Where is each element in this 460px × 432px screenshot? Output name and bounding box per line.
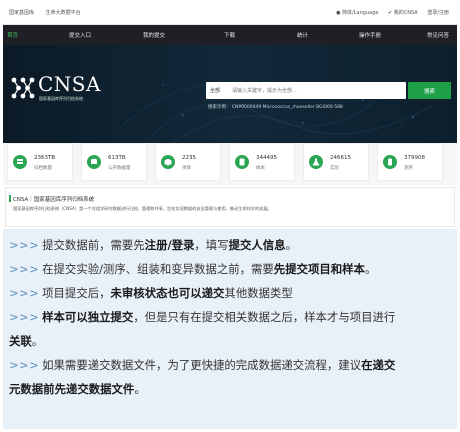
arrow-marker: >>> bbox=[9, 238, 40, 252]
stat-label: 公开数据量 bbox=[108, 166, 131, 171]
note-text: ，但是只有在提交相关数据之后，样本才与项目进行 bbox=[133, 310, 396, 324]
intro-title: CNSA｜国家基因库序列归档系统 bbox=[8, 195, 95, 203]
note-line: >>> 提交数据前，需要先注册/登录，填写提交人信息。 bbox=[9, 233, 451, 257]
stats-row: 2363TB 归档数量 613TB 公开数据量 2235 项目 344495 样… bbox=[3, 143, 457, 185]
utility-link-cngb[interactable]: 国家基因库 bbox=[9, 10, 34, 16]
note-line: >>> 如果需要递交数据文件，为了更快捷的完成数据递交流程，建议在递交 bbox=[9, 353, 451, 377]
run-icon bbox=[383, 155, 397, 169]
arrow-marker: >>> bbox=[9, 286, 40, 300]
database-icon bbox=[87, 155, 101, 169]
note-emphasis: 注册/登录 bbox=[144, 238, 195, 252]
note-text: 如果需要递交数据文件，为了更快捷的完成数据递交流程，建议 bbox=[42, 358, 362, 372]
my-cnsa-link[interactable]: ✔ 我的CNSA bbox=[388, 10, 418, 16]
search-examples: 搜索示例： CNP0000049 Micrococcus_rhaeseller … bbox=[208, 105, 343, 110]
nav-item-faq[interactable]: 常见问答 bbox=[427, 31, 449, 39]
arrow-marker: >>> bbox=[9, 358, 40, 372]
note-emphasis: 先提交项目和样本 bbox=[273, 262, 365, 276]
nav-item-submit[interactable]: 提交入口 bbox=[69, 31, 91, 39]
stat-value: 379908 bbox=[404, 155, 425, 161]
note-emphasis: 在递交 bbox=[361, 358, 396, 372]
utility-link-platform[interactable]: 生命大数据平台 bbox=[46, 10, 81, 16]
note-emphasis: 提交人信息 bbox=[228, 238, 286, 252]
stat-card-experiment: 246615 实验 bbox=[303, 143, 369, 181]
stat-label: 实验 bbox=[330, 166, 339, 171]
arrow-marker: >>> bbox=[9, 262, 40, 276]
dna-logo-icon bbox=[11, 77, 35, 99]
search-scope-select[interactable]: 全部 bbox=[210, 87, 220, 94]
main-nav: 首页 提交入口 我的提交 下载 统计 操作手册 常见问答 bbox=[3, 25, 457, 45]
note-line: >>> 样本可以独立提交，但是只有在提交相关数据之后，样本才与项目进行 bbox=[9, 305, 451, 329]
note-emphasis: 样本可以独立提交 bbox=[42, 310, 134, 324]
note-line: 关联。 bbox=[9, 329, 451, 353]
note-text: 在提交实验/测序、组装和变异数据之前，需要 bbox=[42, 262, 274, 276]
stat-value: 613TB bbox=[108, 155, 126, 161]
login-link[interactable]: 登录/注册 bbox=[427, 10, 449, 16]
note-text: 项目提交后， bbox=[42, 286, 111, 300]
website-screenshot: 国家基因库 生命大数据平台 ● 简体/Language ✔ 我的CNSA 登录/… bbox=[3, 3, 457, 227]
utility-links: 国家基因库 生命大数据平台 bbox=[9, 9, 91, 16]
cnsa-logo[interactable]: CNSA 国家基因库序列归档系统 bbox=[8, 71, 140, 105]
note-text: 。 bbox=[134, 382, 146, 396]
stat-card-run: 379908 测序 bbox=[377, 143, 443, 181]
nav-item-statistics[interactable]: 统计 bbox=[297, 31, 308, 39]
submission-notes: >>> 提交数据前，需要先注册/登录，填写提交人信息。 >>> 在提交实验/测序、组装… bbox=[3, 229, 457, 429]
note-text: 其他数据类型 bbox=[224, 286, 293, 300]
note-line: >>> 项目提交后，未审核状态也可以递交其他数据类型 bbox=[9, 281, 451, 305]
note-text: 提交数据前，需要先 bbox=[42, 238, 145, 252]
stat-label: 项目 bbox=[182, 166, 191, 171]
stat-value: 246615 bbox=[330, 155, 351, 161]
storage-icon bbox=[13, 155, 27, 169]
stat-label: 样本 bbox=[256, 166, 265, 171]
note-emphasis: 元数据前先递交数据文件 bbox=[9, 382, 135, 396]
hero-banner: CNSA 国家基因库序列归档系统 全部 搜索 搜索示例： CNP0000049 … bbox=[3, 45, 457, 143]
stat-value: 344495 bbox=[256, 155, 277, 161]
nav-item-download[interactable]: 下载 bbox=[224, 31, 235, 39]
intro-panel: CNSA｜国家基因库序列归档系统 国家基因库序列归档系统（CNSA）是一个对组学… bbox=[5, 187, 455, 227]
stat-card-sample: 344495 样本 bbox=[229, 143, 295, 181]
stat-label: 归档数量 bbox=[34, 166, 52, 171]
stat-value: 2235 bbox=[182, 155, 196, 161]
stat-card-archive: 2363TB 归档数量 bbox=[7, 143, 73, 181]
logo-title: CNSA bbox=[38, 72, 101, 96]
note-text: ，填写 bbox=[194, 238, 229, 252]
search-box: 全部 bbox=[206, 82, 406, 99]
utility-actions: ● 简体/Language ✔ 我的CNSA 登录/注册 bbox=[328, 9, 449, 16]
stat-card-public: 613TB 公开数据量 bbox=[81, 143, 147, 181]
intro-text: 国家基因库序列归档系统（CNSA）是一个对组学研究数据进行归档、管理和共享，旨在… bbox=[13, 206, 272, 211]
note-text: 。 bbox=[31, 334, 44, 348]
nav-item-my-submissions[interactable]: 我的提交 bbox=[143, 31, 165, 39]
language-link[interactable]: ● 简体/Language bbox=[336, 10, 378, 16]
note-line: >>> 在提交实验/测序、组装和变异数据之前，需要先提交项目和样本。 bbox=[9, 257, 451, 281]
note-emphasis: 关联 bbox=[9, 334, 32, 348]
stat-card-project: 2235 项目 bbox=[155, 143, 221, 181]
note-text: 。 bbox=[285, 238, 297, 252]
arrow-marker: >>> bbox=[9, 310, 40, 324]
sample-icon bbox=[235, 155, 249, 169]
stat-value: 2363TB bbox=[34, 155, 56, 161]
experiment-icon bbox=[309, 155, 323, 169]
project-icon bbox=[161, 155, 175, 169]
search-button[interactable]: 搜索 bbox=[408, 82, 451, 99]
stat-label: 测序 bbox=[404, 166, 413, 171]
nav-item-home[interactable]: 首页 bbox=[7, 31, 18, 39]
nav-item-manual[interactable]: 操作手册 bbox=[359, 31, 381, 39]
search-input[interactable] bbox=[232, 84, 402, 97]
note-line: 元数据前先递交数据文件。 bbox=[9, 377, 451, 401]
utility-bar: 国家基因库 生命大数据平台 ● 简体/Language ✔ 我的CNSA 登录/… bbox=[3, 3, 457, 25]
note-emphasis: 未审核状态也可以递交 bbox=[110, 286, 225, 300]
logo-subtitle: 国家基因库序列归档系统 bbox=[39, 96, 83, 101]
note-text: 。 bbox=[364, 262, 377, 276]
